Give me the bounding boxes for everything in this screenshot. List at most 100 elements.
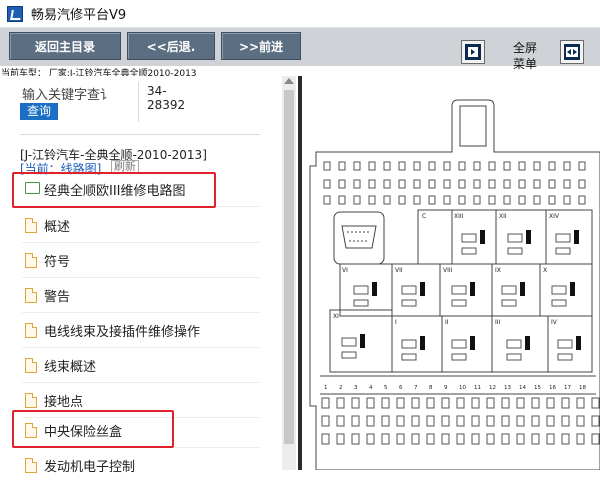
fuse-slot (488, 161, 496, 171)
relay-terminal (506, 339, 522, 349)
pin-number: 2 (339, 385, 343, 391)
pin-number: 10 (459, 385, 466, 391)
fuse-slot (578, 195, 586, 205)
relay-terminal (451, 353, 467, 361)
pin-number: 14 (519, 385, 526, 391)
highlight-box-folder (12, 172, 216, 208)
relay-blade (360, 334, 365, 348)
pin-slot (471, 433, 480, 445)
panel-expand-icon (564, 44, 580, 60)
relay-blade (520, 282, 525, 296)
pin-slot (546, 433, 555, 445)
section-label: C (422, 213, 426, 220)
scrollbar-thumb[interactable] (284, 90, 294, 444)
pin-slot (501, 397, 510, 409)
code-line-1: 34- (147, 84, 167, 98)
tree-item-harness-overview[interactable]: 线束概述 (22, 348, 260, 383)
home-button[interactable]: 返回主目录 (9, 32, 121, 60)
pin-slot (486, 415, 495, 427)
relay-blade (574, 230, 579, 244)
pin-slot (516, 415, 525, 427)
fuse-slot (413, 161, 421, 171)
section-label: X (543, 267, 547, 274)
tree-item-engine-control[interactable]: 发动机电子控制 (22, 448, 260, 483)
fuse-slot (548, 195, 556, 205)
pin-slot (576, 433, 585, 445)
code-line-2: 28392 (147, 98, 186, 112)
pin-slot (321, 433, 330, 445)
pin-slot (426, 415, 435, 427)
section-label: IV (551, 319, 558, 326)
pin-slot (591, 397, 600, 409)
pin-slot (531, 433, 540, 445)
fuse-slot (413, 179, 421, 189)
section-label: VIII (443, 267, 453, 274)
collapse-panel-button[interactable] (461, 40, 485, 64)
expand-panel-button[interactable] (560, 40, 584, 64)
fuse-slot (413, 195, 421, 205)
pin-slot (426, 433, 435, 445)
forward-button[interactable]: >>前进 (221, 32, 301, 60)
pin-number: 4 (369, 385, 373, 391)
fuse-slot (458, 161, 466, 171)
relay-terminal (557, 353, 573, 361)
relay-blade (570, 282, 575, 296)
pin-slot (381, 433, 390, 445)
relay-terminal (341, 337, 357, 347)
fuse-slot (458, 195, 466, 205)
document-icon (25, 393, 37, 408)
relay-blade (526, 230, 531, 244)
tree-item-warnings[interactable]: 警告 (22, 278, 260, 313)
fuse-slot (398, 161, 406, 171)
pin-slot (471, 397, 480, 409)
fuse-box-svg: C XIII XII XIVVI VII VIII IX XXII II III IV1 2 3 4 5 6 7… (309, 99, 600, 471)
fuse-slot (578, 179, 586, 189)
fullscreen-label[interactable]: 全屏 (505, 40, 545, 56)
pin-slot (366, 397, 375, 409)
fuse-slot (473, 161, 481, 171)
tree-item-label: 概述 (44, 220, 71, 235)
relay-terminal (401, 339, 417, 349)
fuse-slot (503, 161, 511, 171)
pin-slot (426, 397, 435, 409)
pin-slot (396, 433, 405, 445)
fuse-slot (368, 179, 376, 189)
highlight-box-fuse-box (12, 410, 174, 448)
menu-label[interactable]: 菜单 (505, 56, 545, 72)
tree-item-overview[interactable]: 概述 (22, 208, 260, 243)
relay-terminal (507, 233, 523, 243)
fuse-box-diagram: C XIII XII XIV VI VII VIII IX X XI I II III IV 1 2 3 4 5 6 7… (302, 76, 600, 471)
relay-terminal (401, 353, 417, 361)
pin-slot (366, 433, 375, 445)
back-button[interactable]: <<后退. (127, 32, 215, 60)
pin-slot (486, 433, 495, 445)
query-button[interactable]: 查询 (20, 103, 58, 120)
window-title: 畅易汽修平台V9 (31, 8, 127, 23)
pin-slot (456, 415, 465, 427)
scroll-up-arrow-icon[interactable] (284, 78, 294, 84)
relay-terminal (551, 285, 567, 295)
document-icon (25, 288, 37, 303)
tree-item-label: 线束概述 (44, 360, 97, 375)
tree-item-label: 接地点 (44, 395, 84, 410)
pin-number: 17 (564, 385, 571, 391)
section-label: XIV (549, 213, 560, 220)
relay-terminal (507, 247, 523, 255)
tree-item-harness-repair[interactable]: 电线线束及接插件维修操作 (22, 313, 260, 348)
fuse-slot (323, 195, 331, 205)
fuse-slot (368, 161, 376, 171)
left-panel: 输入关键字查讠 查询 34- 28392 [J-江铃汽车-全典全顺-2010-2… (0, 76, 282, 475)
tree-item-symbols[interactable]: 符号 (22, 243, 260, 278)
relay-terminal (451, 299, 467, 307)
search-input[interactable]: 输入关键字查讠 (22, 84, 113, 103)
document-icon (25, 458, 37, 473)
fullscreen-menu-label[interactable]: 全屏 菜单 (505, 40, 545, 72)
pin-number: 12 (489, 385, 496, 391)
section-label: XIII (454, 213, 464, 220)
section-label: III (495, 319, 501, 326)
document-icon (25, 253, 37, 268)
fuse-slot (458, 179, 466, 189)
pin-slot (531, 415, 540, 427)
pin-number: 16 (549, 385, 556, 391)
fuse-slot (338, 179, 346, 189)
